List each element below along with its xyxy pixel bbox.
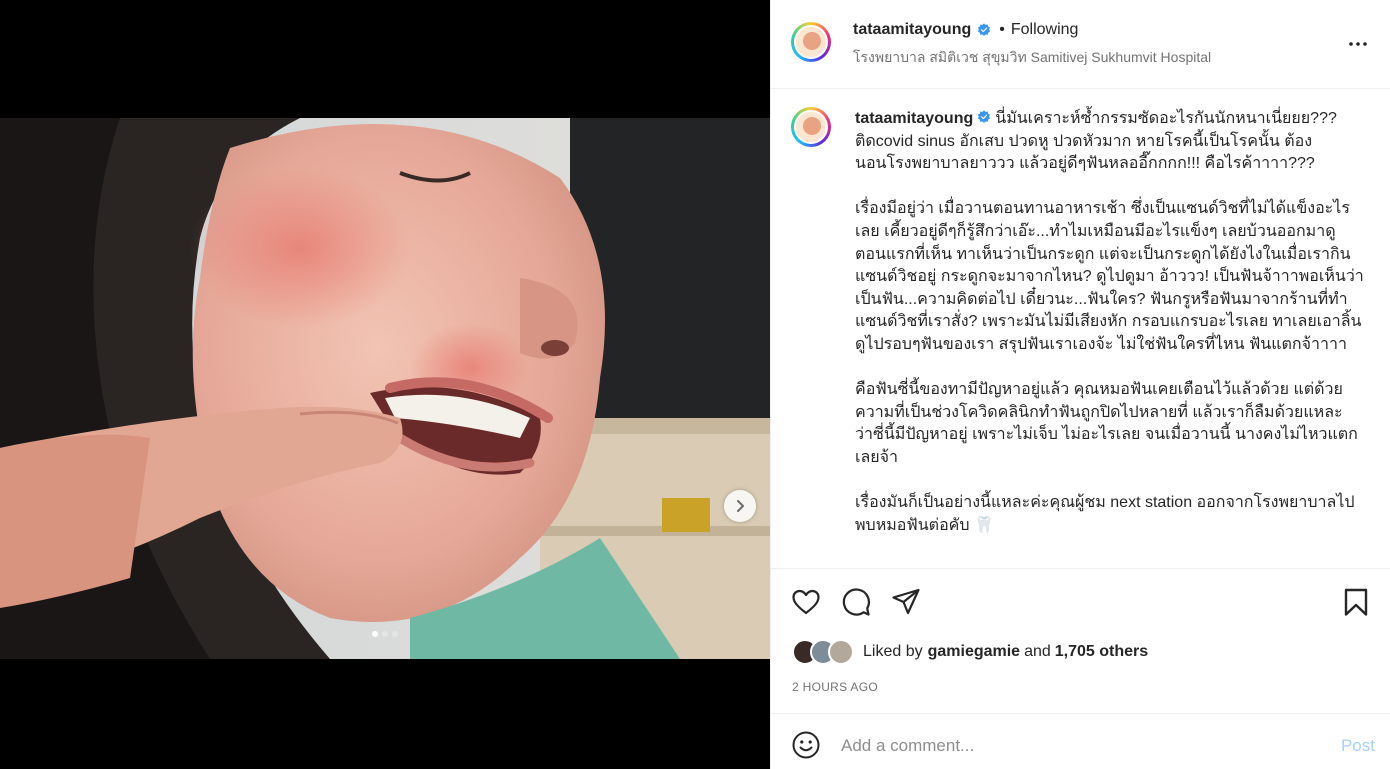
slide-dot [392,631,398,637]
comment-button[interactable] [841,587,871,617]
share-button[interactable] [891,587,921,617]
caption-username-link[interactable]: tataamitayoung [855,110,973,127]
bookmark-icon [1344,588,1368,616]
heart-icon [792,589,820,615]
slide-indicator [0,631,770,637]
following-button[interactable]: Following [1011,21,1079,39]
emoji-button[interactable] [791,730,823,762]
caption-section: tataamitayoung นี่มันเคราะห์ซ้ำกรรมซัดอะไ… [771,90,1390,568]
slide-dot [382,631,388,637]
likes-count-link[interactable]: 1,705 others [1055,643,1148,661]
chevron-right-icon [737,500,744,512]
liker-avatars[interactable] [792,639,854,665]
caption-paragraph: คือฟันซี่นี้ของทามีปัญหาอยู่แล้ว คุณหมอฟ… [855,381,1358,466]
post-header: tataamitayoung • Following โรงพยาบาล สมิ… [771,0,1390,89]
more-options-button[interactable] [1346,32,1370,56]
comment-form: Post [771,713,1390,769]
avatar[interactable] [791,22,831,62]
emoji-icon [792,731,820,759]
avatar [828,639,854,665]
media-panel [0,0,770,769]
caption-text: tataamitayoung นี่มันเคราะห์ซ้ำกรรมซัดอะไ… [855,108,1365,560]
like-button[interactable] [791,587,821,617]
header-user-line: tataamitayoung • Following [853,21,1078,39]
share-icon [892,588,920,615]
avatar[interactable] [791,107,831,147]
liked-by-label: Liked by [863,643,923,660]
post-photo[interactable] [0,118,770,659]
more-horizontal-icon [1349,42,1367,46]
photo-illustration [0,118,770,659]
liker-username-link[interactable]: gamiegamie [928,643,1020,661]
comment-icon [842,588,870,616]
post-modal: tataamitayoung • Following โรงพยาบาล สมิ… [0,0,1390,769]
verified-badge-icon [977,23,991,37]
action-bar [791,587,1371,617]
comment-input[interactable] [841,731,1321,761]
post-sidebar: tataamitayoung • Following โรงพยาบาล สมิ… [770,0,1390,769]
save-button[interactable] [1341,587,1371,617]
engagement-section: Liked by gamiegamie and 1,705 others 2 H… [771,568,1390,713]
caption-paragraph: เรื่องมันก็เป็นอย่างนี้แหละค่ะคุณผู้ชม n… [855,494,1355,534]
caption-paragraph: tataamitayoung นี่มันเคราะห์ซ้ำกรรมซัดอะไ… [855,108,1365,176]
slide-dot-active [372,631,378,637]
username-link[interactable]: tataamitayoung [853,21,971,39]
likes-summary: Liked by gamiegamie and 1,705 others [792,639,1148,665]
verified-badge-icon [977,110,991,124]
next-slide-button[interactable] [724,490,756,522]
post-timestamp[interactable]: 2 HOURS AGO [792,680,878,694]
caption-paragraph: เรื่องมีอยู่ว่า เมื่อวานตอนทานอาหารเช้า … [855,200,1364,353]
separator-bullet: • [999,21,1005,38]
location-link[interactable]: โรงพยาบาล สมิติเวช สุขุมวิท Samitivej Su… [853,47,1211,69]
post-comment-button[interactable]: Post [1341,736,1375,756]
likes-joiner: and [1024,643,1051,660]
